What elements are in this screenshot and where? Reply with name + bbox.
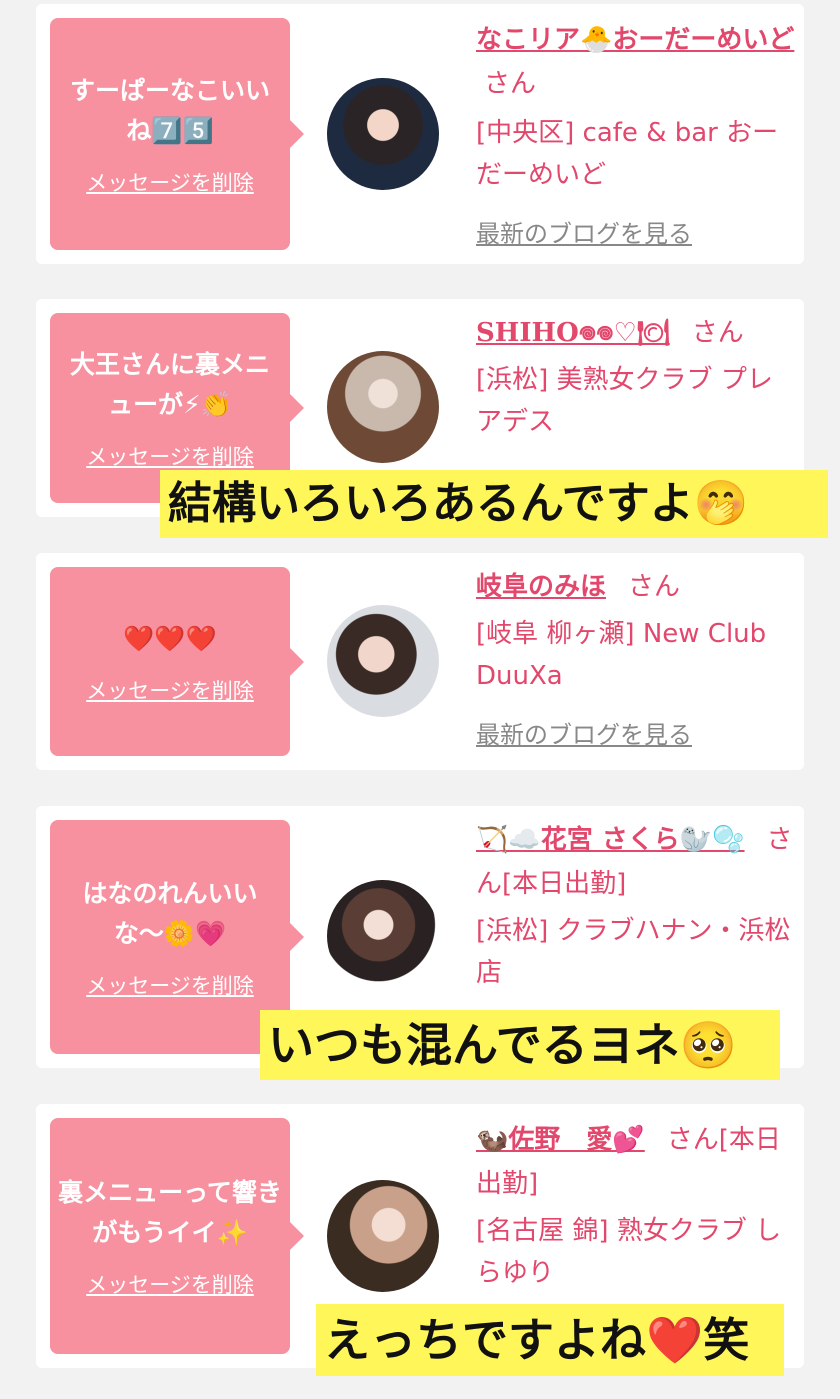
delete-message-link[interactable]: メッセージを削除 [86, 1269, 254, 1299]
message-text: ❤️❤️❤️ [123, 623, 217, 653]
sender-info: 🦦佐野 愛💕 さん[本日出勤] [名古屋 錦] 熟女クラブ しらゆり [476, 1118, 796, 1294]
sender-name-link[interactable]: 岐阜のみほ [476, 572, 606, 602]
sender-name-link[interactable]: なこリア🐣おーだーめいど [476, 25, 794, 55]
message-bubble: はなのれんいいな〜🌼💗 メッセージを削除 [50, 820, 304, 1054]
message-text: 裏メニューって響きがもうイイ✨ [58, 1178, 282, 1247]
shop-info: [名古屋 錦] 熟女クラブ しらゆり [476, 1216, 782, 1288]
sender-name-line: なこリア🐣おーだーめいどさん [476, 18, 796, 106]
message-text: 大王さんに裏メニューが⚡👏 [69, 350, 270, 419]
sender-name-line: 🦦佐野 愛💕 さん[本日出勤] [476, 1118, 796, 1206]
sender-name-link[interactable]: 🏹☁️花宮 さくら🦭🫧 [476, 825, 745, 855]
delete-message-link[interactable]: メッセージを削除 [86, 167, 254, 197]
sender-info: 🏹☁️花宮 さくら🦭🫧 さん[本日出勤] [浜松] クラブハナン・浜松店 [476, 818, 796, 994]
latest-blog-link[interactable]: 最新のブログを見る [476, 715, 796, 750]
avatar[interactable] [327, 1180, 439, 1292]
message-text: はなのれんいいな〜🌼💗 [82, 879, 258, 948]
work-status: [本日出勤] [502, 869, 627, 899]
honorific: さん [484, 69, 537, 99]
delete-message-link[interactable]: メッセージを削除 [86, 970, 254, 1000]
sender-name-line: 岐阜のみほ さん [476, 565, 796, 609]
shop-info: [岐阜 柳ヶ瀬] New Club DuuXa [476, 619, 767, 691]
honorific: さん [666, 1125, 719, 1155]
avatar[interactable] [327, 78, 439, 190]
overlay-caption: えっちですよね❤️笑 [316, 1304, 784, 1376]
sender-info: なこリア🐣おーだーめいどさん [中央区] cafe & bar おーだーめいど … [476, 18, 796, 249]
avatar[interactable] [327, 351, 439, 463]
sender-name-link[interactable]: 🦦佐野 愛💕 [476, 1125, 645, 1155]
honorific: さん [628, 572, 681, 602]
message-bubble: ❤️❤️❤️ メッセージを削除 [50, 567, 304, 756]
message-bubble: すーぱーなこいいね7️⃣5️⃣ メッセージを削除 [50, 18, 304, 250]
avatar[interactable] [327, 880, 439, 992]
avatar[interactable] [327, 605, 439, 717]
latest-blog-link[interactable]: 最新のブログを見る [476, 214, 796, 249]
sender-info: 岐阜のみほ さん [岐阜 柳ヶ瀬] New Club DuuXa 最新のブログを見… [476, 565, 796, 750]
overlay-caption: いつも混んでるヨネ🥺 [260, 1010, 780, 1080]
delete-message-link[interactable]: メッセージを削除 [86, 441, 254, 471]
sender-name-line: SHIHO𖦹𖦹♡🍽 さん [476, 311, 796, 355]
message-text: すーぱーなこいいね7️⃣5️⃣ [69, 76, 270, 145]
message-card: ❤️❤️❤️ メッセージを削除 岐阜のみほ さん [岐阜 柳ヶ瀬] New Clu… [36, 553, 804, 770]
message-card: すーぱーなこいいね7️⃣5️⃣ メッセージを削除 なこリア🐣おーだーめいどさん … [36, 4, 804, 264]
sender-name-line: 🏹☁️花宮 さくら🦭🫧 さん[本日出勤] [476, 818, 796, 906]
message-bubble: 裏メニューって響きがもうイイ✨ メッセージを削除 [50, 1118, 304, 1354]
shop-info: [中央区] cafe & bar おーだーめいど [476, 118, 779, 190]
overlay-caption: 結構いろいろあるんですよ🤭 [160, 470, 828, 538]
sender-name-link[interactable]: SHIHO𖦹𖦹♡🍽 [476, 318, 670, 348]
shop-info: [浜松] 美熟女クラブ プレアデス [476, 365, 773, 437]
honorific: さん [691, 318, 744, 348]
shop-info: [浜松] クラブハナン・浜松店 [476, 916, 791, 988]
delete-message-link[interactable]: メッセージを削除 [86, 675, 254, 705]
sender-info: SHIHO𖦹𖦹♡🍽 さん [浜松] 美熟女クラブ プレアデス [476, 311, 796, 443]
